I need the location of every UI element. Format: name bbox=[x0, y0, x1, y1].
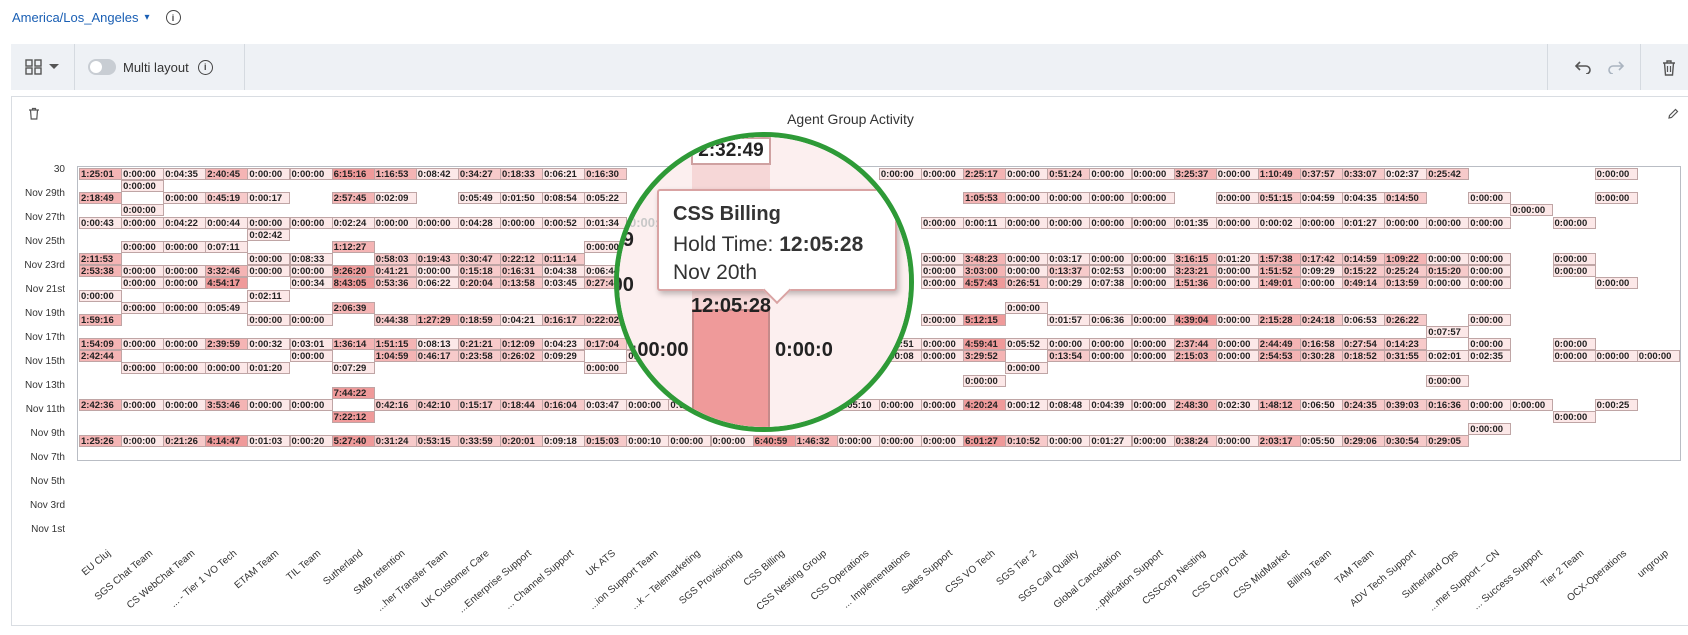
multi-layout-label: Multi layout bbox=[123, 59, 189, 75]
undo-icon bbox=[1574, 61, 1591, 74]
cell-tooltip: CSS Billing Hold Time: 12:05:28 Nov 20th bbox=[657, 189, 897, 305]
lens-cell-right: 0:00:0 bbox=[775, 339, 833, 361]
chevron-down-icon[interactable]: ▾ bbox=[144, 12, 149, 23]
toolbar-divider bbox=[1640, 44, 1641, 90]
undo-button[interactable] bbox=[1574, 44, 1592, 90]
redo-icon bbox=[1608, 61, 1625, 74]
tooltip-metric-value: 12:05:28 bbox=[779, 233, 864, 256]
lens-cell-top: 2:32:49 bbox=[691, 137, 771, 165]
delete-dashboard-button[interactable] bbox=[1661, 44, 1677, 90]
timezone-selector[interactable]: America/Los_Angeles ▾ i bbox=[12, 10, 181, 25]
multi-layout-toggle-group: Multi layout i bbox=[88, 44, 213, 90]
trash-icon bbox=[1663, 59, 1675, 76]
chevron-down-icon bbox=[49, 64, 59, 69]
edit-widget-button[interactable] bbox=[1667, 107, 1679, 125]
lens-cell-left: 0:00:00 bbox=[619, 339, 689, 361]
toolbar-divider bbox=[1547, 44, 1548, 90]
multi-layout-toggle[interactable] bbox=[88, 59, 116, 75]
toolbar-divider bbox=[74, 44, 75, 90]
tooltip-date: Nov 20th bbox=[673, 261, 758, 284]
tooltip-metric: Hold Time: 12:05:28 bbox=[673, 233, 863, 257]
timezone-label[interactable]: America/Los_Angeles bbox=[12, 10, 138, 25]
lens-cell-partial: :00 bbox=[619, 274, 634, 296]
lens-cell-bottom: 0:00 bbox=[625, 385, 666, 407]
info-icon[interactable]: i bbox=[197, 59, 213, 75]
redo-button[interactable] bbox=[1607, 44, 1625, 90]
dashboard-toolbar: Multi layout i bbox=[11, 44, 1688, 90]
pencil-icon bbox=[1668, 108, 1679, 119]
tooltip-group: CSS Billing bbox=[673, 203, 781, 225]
grid-icon bbox=[25, 59, 42, 75]
lens-highlight-cell[interactable] bbox=[692, 309, 770, 427]
widget-title: Agent Group Activity bbox=[787, 111, 914, 127]
lens-highlight-value: 12:05:28 bbox=[691, 295, 772, 317]
toolbar-divider bbox=[244, 44, 245, 90]
tooltip-metric-label: Hold Time: bbox=[673, 233, 774, 256]
info-icon[interactable]: i bbox=[165, 10, 181, 25]
magnifier-lens: 2:32:49 8 :39 :00 12:05:28 0 0:00:00 0:0… bbox=[614, 132, 914, 432]
layout-menu-button[interactable] bbox=[25, 44, 61, 90]
